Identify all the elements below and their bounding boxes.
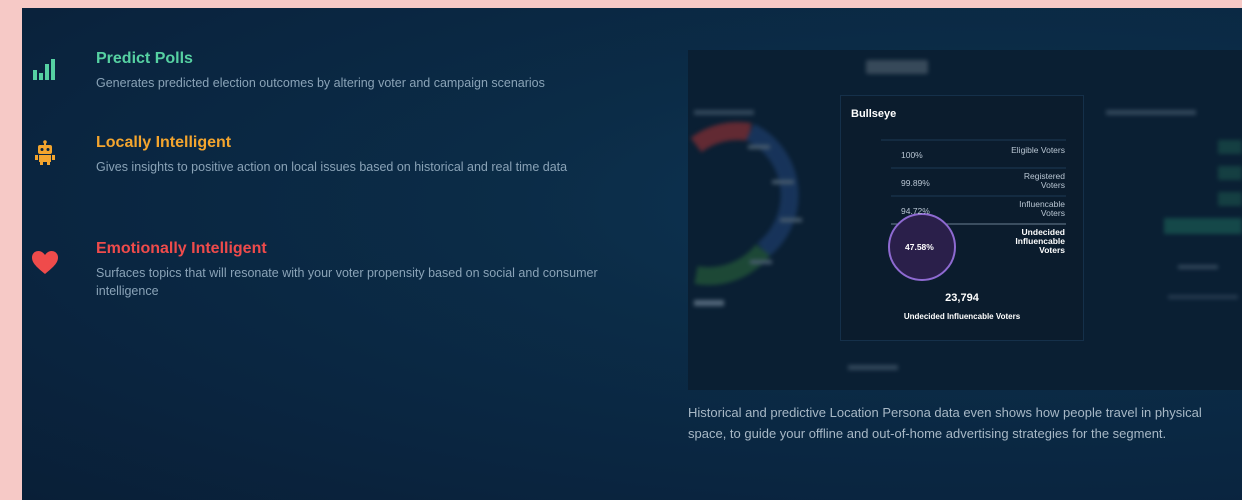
feature-description: Surfaces topics that will resonate with … [96, 266, 598, 298]
row-percent: 99.89% [901, 178, 930, 188]
row-percent: 94.72% [901, 206, 930, 216]
feature-section: Predict Polls Generates predicted electi… [22, 8, 1242, 500]
feature-description: Generates predicted election outcomes by… [96, 76, 545, 90]
total-count: 23,794 [945, 292, 979, 304]
total-label: Undecided Influencable Voters [903, 312, 1021, 321]
robot-icon [35, 140, 55, 165]
dashboard-screenshot: Bullseye 100% Eligible Voters 99.89% Reg… [688, 50, 1242, 390]
bullseye-card: Bullseye 100% Eligible Voters 99.89% Reg… [840, 95, 1084, 341]
row-label: Influencable Voters [1019, 199, 1065, 218]
feature-title: Predict Polls [96, 50, 193, 67]
feature-description: Gives insights to positive action on loc… [96, 160, 568, 174]
row-percent: 47.58% [905, 242, 934, 252]
dashboard-caption: Historical and predictive Location Perso… [688, 405, 1202, 441]
row-label: Eligible Voters [1011, 145, 1065, 155]
heart-icon [32, 251, 58, 274]
row-percent: 100% [901, 150, 923, 160]
row-label: Registered Voters [1023, 171, 1065, 190]
feature-title: Emotionally Intelligent [96, 240, 267, 257]
bar-chart-icon [33, 59, 55, 80]
feature-title: Locally Intelligent [96, 134, 232, 151]
row-label: Undecided Influencable Voters [1015, 227, 1065, 255]
